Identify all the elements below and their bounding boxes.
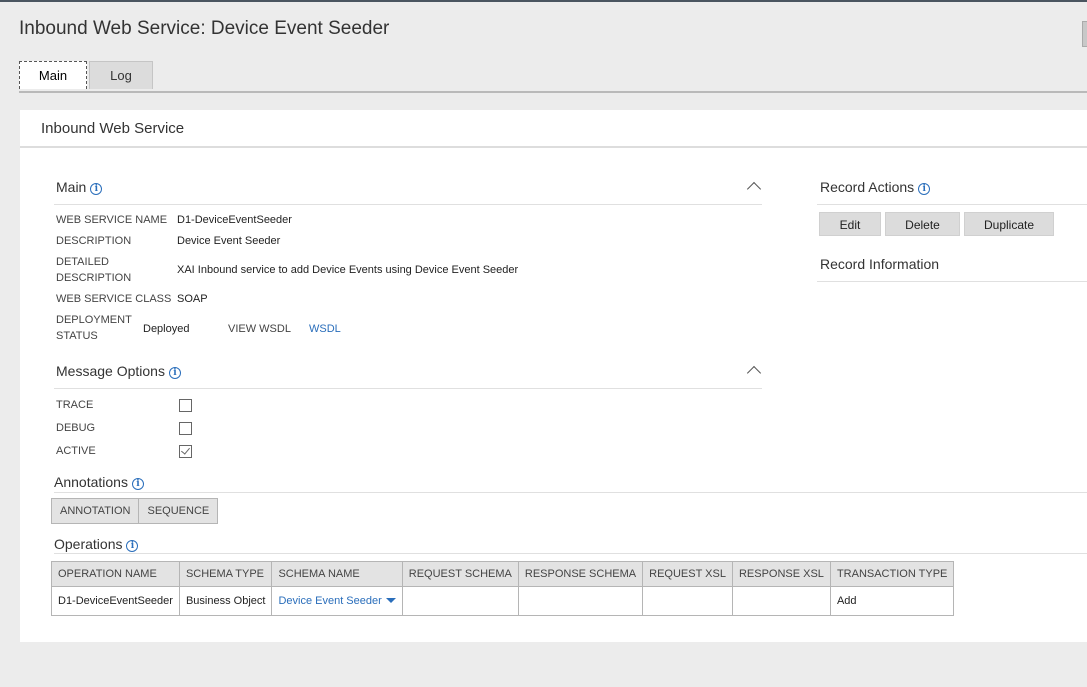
divider (54, 492, 1087, 493)
description-label: DESCRIPTION (56, 235, 132, 247)
operations-table: OPERATION NAME SCHEMA TYPE SCHEMA NAME R… (51, 561, 955, 616)
request-schema-header[interactable]: REQUEST SCHEMA (401, 561, 519, 587)
schema-name-cell[interactable]: Device Event Seeder (271, 586, 403, 616)
response-xsl-header[interactable]: RESPONSE XSL (731, 561, 831, 587)
page-title: Inbound Web Service: Device Event Seeder (19, 18, 390, 39)
message-options-label: Message Options (56, 363, 165, 379)
divider (54, 204, 762, 205)
request-xsl-header[interactable]: REQUEST XSL (642, 561, 733, 587)
main-card: Inbound Web Service Main i WEB SERVICE NA… (20, 110, 1087, 642)
web-service-class-value: SOAP (177, 293, 208, 305)
main-section-label: Main (56, 179, 87, 195)
record-information-title: Record Information (820, 256, 940, 272)
active-checkbox[interactable] (179, 445, 192, 458)
table-row: D1-DeviceEventSeeder Business Object Dev… (51, 586, 955, 616)
message-options-collapse-chevron-icon[interactable] (746, 365, 762, 381)
trace-checkbox[interactable] (179, 399, 192, 412)
wsdl-link[interactable]: WSDL (309, 321, 341, 337)
info-icon[interactable]: i (90, 183, 103, 195)
deployment-status-label: DEPLOYMENT STATUS (56, 312, 132, 344)
response-schema-cell (517, 586, 644, 616)
corner-button[interactable] (1082, 21, 1087, 47)
tab-bar: Main Log (19, 61, 1087, 93)
schema-name-header[interactable]: SCHEMA NAME (271, 561, 403, 587)
info-icon[interactable]: i (918, 183, 931, 195)
annotation-column-header[interactable]: ANNOTATION (50, 498, 140, 524)
main-collapse-chevron-icon[interactable] (746, 181, 762, 197)
dropdown-caret-icon[interactable] (385, 598, 396, 603)
main-section-title: Main i (56, 179, 103, 195)
divider (54, 388, 762, 389)
tab-log[interactable]: Log (89, 61, 153, 89)
operations-title: Operations i (54, 536, 139, 552)
deployment-status-label-line2: STATUS (56, 330, 98, 342)
divider (54, 553, 1087, 554)
detailed-description-label-line1: DETAILED (56, 256, 109, 268)
transaction-type-cell: Add (829, 586, 955, 616)
deployment-status-value: Deployed (143, 323, 190, 335)
delete-button[interactable]: Delete (885, 212, 960, 236)
schema-name-link[interactable]: Device Event Seeder (278, 595, 381, 607)
operation-name-header[interactable]: OPERATION NAME (51, 561, 180, 587)
request-xsl-cell (642, 586, 733, 616)
divider (817, 204, 1087, 205)
divider (817, 281, 1087, 282)
message-options-title: Message Options i (56, 363, 181, 379)
schema-type-header[interactable]: SCHEMA TYPE (178, 561, 273, 587)
trace-label: TRACE (56, 399, 94, 411)
card-title: Inbound Web Service (20, 110, 1087, 148)
record-actions-label: Record Actions (820, 179, 915, 195)
info-icon[interactable]: i (168, 367, 181, 379)
edit-button[interactable]: Edit (819, 212, 881, 236)
info-icon[interactable]: i (126, 540, 139, 552)
annotations-table: ANNOTATION SEQUENCE (50, 498, 219, 524)
transaction-type-header[interactable]: TRANSACTION TYPE (829, 561, 955, 587)
tab-main[interactable]: Main (19, 61, 87, 89)
detailed-description-value: XAI Inbound service to add Device Events… (177, 264, 519, 276)
info-icon[interactable]: i (131, 478, 144, 490)
response-schema-header[interactable]: RESPONSE SCHEMA (517, 561, 644, 587)
schema-type-cell: Business Object (178, 586, 273, 616)
detailed-description-label-line2: DESCRIPTION (56, 272, 132, 284)
web-service-name-value: D1-DeviceEventSeeder (177, 214, 292, 226)
web-service-class-label: WEB SERVICE CLASS (56, 293, 172, 305)
web-service-name-label: WEB SERVICE NAME (56, 214, 168, 226)
record-actions-title: Record Actions i (820, 179, 931, 195)
request-schema-cell (401, 586, 519, 616)
duplicate-button[interactable]: Duplicate (964, 212, 1054, 236)
deployment-status-label-line1: DEPLOYMENT (56, 314, 132, 326)
debug-checkbox[interactable] (179, 422, 192, 435)
annotations-label: Annotations (54, 474, 128, 490)
annotations-title: Annotations i (54, 474, 144, 490)
debug-label: DEBUG (56, 422, 96, 434)
detailed-description-label: DETAILED DESCRIPTION (56, 254, 131, 286)
sequence-column-header[interactable]: SEQUENCE (138, 498, 219, 524)
operations-label: Operations (54, 536, 123, 552)
view-wsdl-label: VIEW WSDL (228, 323, 291, 335)
response-xsl-cell (731, 586, 831, 616)
operation-name-cell: D1-DeviceEventSeeder (51, 586, 180, 616)
description-value: Device Event Seeder (177, 235, 281, 247)
active-label: ACTIVE (56, 445, 96, 457)
